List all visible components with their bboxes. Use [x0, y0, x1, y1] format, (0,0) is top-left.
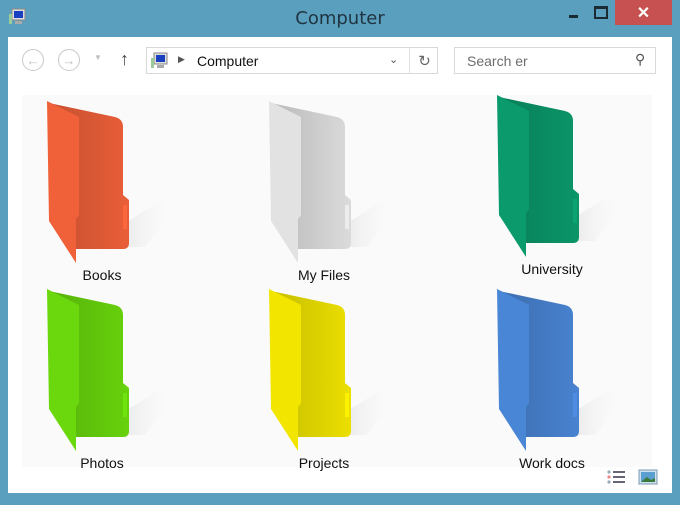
folder-item[interactable]: Photos: [22, 285, 182, 471]
folder-label: Photos: [80, 455, 124, 471]
folder-item[interactable]: Work docs: [472, 285, 632, 471]
explorer-window: ← → ▼ ↑ ▶ Computer ⌄ ↻ ⚲ Books My Files Un…: [8, 37, 672, 493]
back-button[interactable]: ←: [22, 49, 44, 71]
large-icons-view-button[interactable]: [638, 469, 658, 485]
folder-label: Books: [82, 267, 122, 283]
folder-item[interactable]: Books: [22, 97, 182, 283]
up-button[interactable]: ↑: [120, 49, 129, 70]
address-bar[interactable]: ▶ Computer ⌄ ↻: [146, 47, 438, 74]
folder-view: Books My Files University Photos Projects Wor…: [22, 95, 652, 471]
minimize-icon: [568, 15, 578, 18]
maximize-icon: [594, 6, 608, 19]
folder-item[interactable]: Projects: [244, 285, 404, 471]
computer-icon: [151, 52, 168, 68]
title-bar[interactable]: Computer ✕: [0, 0, 680, 37]
address-dropdown-icon[interactable]: ⌄: [389, 53, 398, 66]
folder-icon: [47, 101, 177, 263]
details-view-button[interactable]: [606, 469, 626, 485]
folder-icon: [497, 95, 627, 257]
folder-icon: [269, 289, 399, 451]
breadcrumb-separator-icon[interactable]: ▶: [178, 54, 185, 65]
folder-item[interactable]: University: [472, 91, 632, 277]
folder-label: University: [521, 261, 583, 277]
folder-item[interactable]: My Files: [244, 97, 404, 283]
minimize-button[interactable]: [558, 0, 588, 25]
folder-label: Projects: [298, 455, 350, 471]
breadcrumb-computer[interactable]: Computer: [197, 53, 258, 69]
search-box[interactable]: ⚲: [454, 47, 656, 74]
forward-button[interactable]: →: [58, 49, 80, 71]
refresh-button[interactable]: ↻: [409, 48, 439, 73]
folder-icon: [47, 289, 177, 451]
folder-icon: [269, 101, 399, 263]
search-icon[interactable]: ⚲: [635, 51, 645, 68]
folder-icon: [497, 289, 627, 451]
maximize-button[interactable]: [588, 0, 614, 25]
search-input[interactable]: [465, 52, 619, 70]
close-button[interactable]: ✕: [615, 0, 672, 25]
folder-label: My Files: [297, 267, 351, 283]
recent-locations-dropdown[interactable]: ▼: [94, 53, 102, 62]
